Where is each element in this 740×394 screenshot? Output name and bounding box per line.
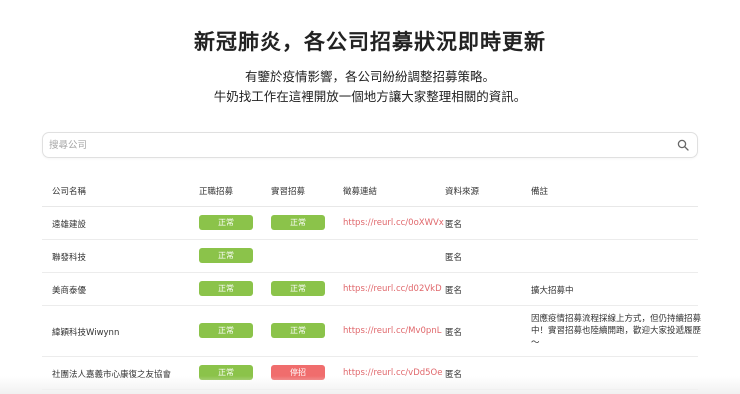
source-text: 匿名	[445, 253, 463, 263]
note-text: 擴大招募中	[531, 286, 574, 296]
header-company: 公司名稱	[52, 187, 87, 197]
intro-line-1: 有鑒於疫情影響，各公司紛紛調整招募策略。	[244, 69, 495, 84]
recruit-link[interactable]: https://reurl.cc/Mv0pnL	[343, 326, 441, 336]
intern-status-badge: 正常	[271, 281, 325, 296]
fulltime-status-badge: 正常	[199, 215, 253, 230]
header-source: 資料來源	[445, 187, 480, 197]
bottom-fade	[0, 376, 740, 394]
search-bar	[42, 132, 698, 158]
company-name: 美商泰優	[52, 286, 87, 296]
search-icon[interactable]	[677, 139, 689, 151]
table-row: 緯穎科技Wiwynn 正常 正常 https://reurl.cc/Mv0pnL…	[42, 306, 702, 357]
company-name: 遠雄建設	[52, 220, 87, 230]
fulltime-status-badge: 正常	[199, 248, 253, 263]
source-text: 匿名	[445, 220, 463, 230]
table-row: 聯發科技 正常 匿名	[42, 240, 698, 273]
company-name: 緯穎科技Wiwynn	[52, 328, 120, 338]
search-input[interactable]	[49, 136, 649, 154]
table-header: 公司名稱 正職招募 實習招募 徵募連結 資料來源 備註	[42, 174, 698, 207]
source-text: 匿名	[445, 286, 463, 296]
recruit-link[interactable]: https://reurl.cc/0oXWVx	[343, 218, 444, 228]
header-link: 徵募連結	[343, 187, 378, 197]
company-name: 聯發科技	[52, 253, 87, 263]
header-note: 備註	[531, 187, 549, 197]
intern-status-badge: 正常	[271, 215, 325, 230]
intern-status-badge: 正常	[271, 323, 325, 338]
note-text: 因應疫情招募流程採線上方式，但仍持續招募中！實習招募也陸續開跑，歡迎大家投遞履歷…	[531, 314, 702, 348]
intro-line-2: 牛奶找工作在這裡開放一個地方讓大家整理相關的資訊。	[213, 89, 527, 104]
page-title: 新冠肺炎，各公司招募狀況即時更新	[194, 30, 546, 54]
source-text: 匿名	[445, 328, 463, 338]
fulltime-status-badge: 正常	[199, 323, 253, 338]
recruitment-table: 公司名稱 正職招募 實習招募 徵募連結 資料來源 備註 遠雄建設 正常 正常 h…	[42, 174, 702, 390]
header-fulltime: 正職招募	[199, 187, 234, 197]
fulltime-status-badge: 正常	[199, 281, 253, 296]
table-row: 美商泰優 正常 正常 https://reurl.cc/d02VkD 匿名 擴大…	[42, 273, 698, 306]
header-intern: 實習招募	[271, 187, 306, 197]
recruit-link[interactable]: https://reurl.cc/d02VkD	[343, 284, 442, 294]
table-row: 遠雄建設 正常 正常 https://reurl.cc/0oXWVx 匿名	[42, 207, 698, 240]
